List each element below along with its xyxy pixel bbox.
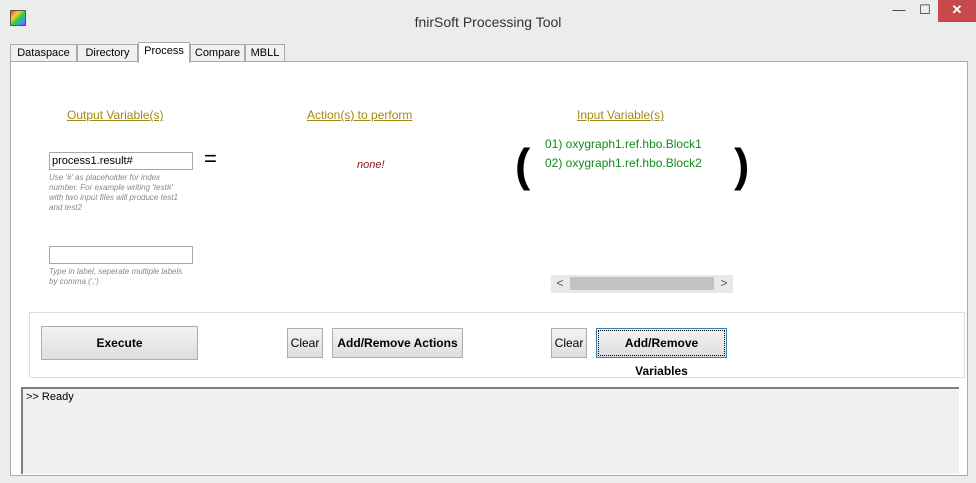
clear-variables-button[interactable]: Clear bbox=[551, 328, 587, 358]
status-console: >> Ready bbox=[21, 387, 959, 474]
input-variable-item[interactable]: 01) oxygraph1.ref.hbo.Block1 bbox=[545, 137, 702, 151]
tab-compare[interactable]: Compare bbox=[190, 44, 245, 62]
actions-value: none! bbox=[357, 159, 385, 171]
add-remove-actions-button[interactable]: Add/Remove Actions bbox=[332, 328, 463, 358]
tab-directory[interactable]: Directory bbox=[77, 44, 138, 62]
execute-button[interactable]: Execute bbox=[41, 326, 198, 360]
scroll-right-icon[interactable]: > bbox=[715, 275, 733, 293]
tab-dataspace[interactable]: Dataspace bbox=[10, 44, 77, 62]
label-hint: Type in label, seperate multiple labels … bbox=[49, 267, 183, 286]
actions-header: Action(s) to perform bbox=[307, 108, 413, 122]
console-text: >> Ready bbox=[26, 391, 74, 403]
add-remove-variables-button[interactable]: Add/Remove Variables bbox=[596, 328, 727, 378]
close-button[interactable]: ✕ bbox=[938, 0, 976, 22]
action-bar: Execute Clear Add/Remove Actions Clear A… bbox=[29, 312, 965, 378]
tab-process[interactable]: Process bbox=[138, 42, 190, 63]
window-title: fnirSoft Processing Tool bbox=[414, 14, 562, 30]
input-variables-header: Input Variable(s) bbox=[577, 108, 665, 122]
title-bar: fnirSoft Processing Tool — ☐ ✕ bbox=[0, 0, 976, 40]
output-variables-header: Output Variable(s) bbox=[67, 108, 164, 122]
process-panel: Output Variable(s) Action(s) to perform … bbox=[10, 61, 968, 476]
output-variable-input[interactable]: process1.result# bbox=[49, 152, 193, 170]
label-input[interactable] bbox=[49, 246, 193, 264]
output-variable-hint: Use '#' as placeholder for index number.… bbox=[49, 173, 178, 212]
clear-actions-button[interactable]: Clear bbox=[287, 328, 323, 358]
maximize-button[interactable]: ☐ bbox=[912, 0, 938, 22]
input-variable-item[interactable]: 02) oxygraph1.ref.hbo.Block2 bbox=[545, 156, 702, 170]
tab-mbll[interactable]: MBLL bbox=[245, 44, 285, 62]
minimize-button[interactable]: — bbox=[886, 0, 912, 22]
scroll-thumb[interactable] bbox=[570, 277, 714, 290]
open-paren: ( bbox=[515, 139, 531, 191]
input-variables-scrollbar[interactable]: < > bbox=[551, 275, 733, 293]
equals-sign: = bbox=[204, 146, 217, 171]
close-paren: ) bbox=[734, 139, 750, 191]
scroll-left-icon[interactable]: < bbox=[551, 275, 569, 293]
